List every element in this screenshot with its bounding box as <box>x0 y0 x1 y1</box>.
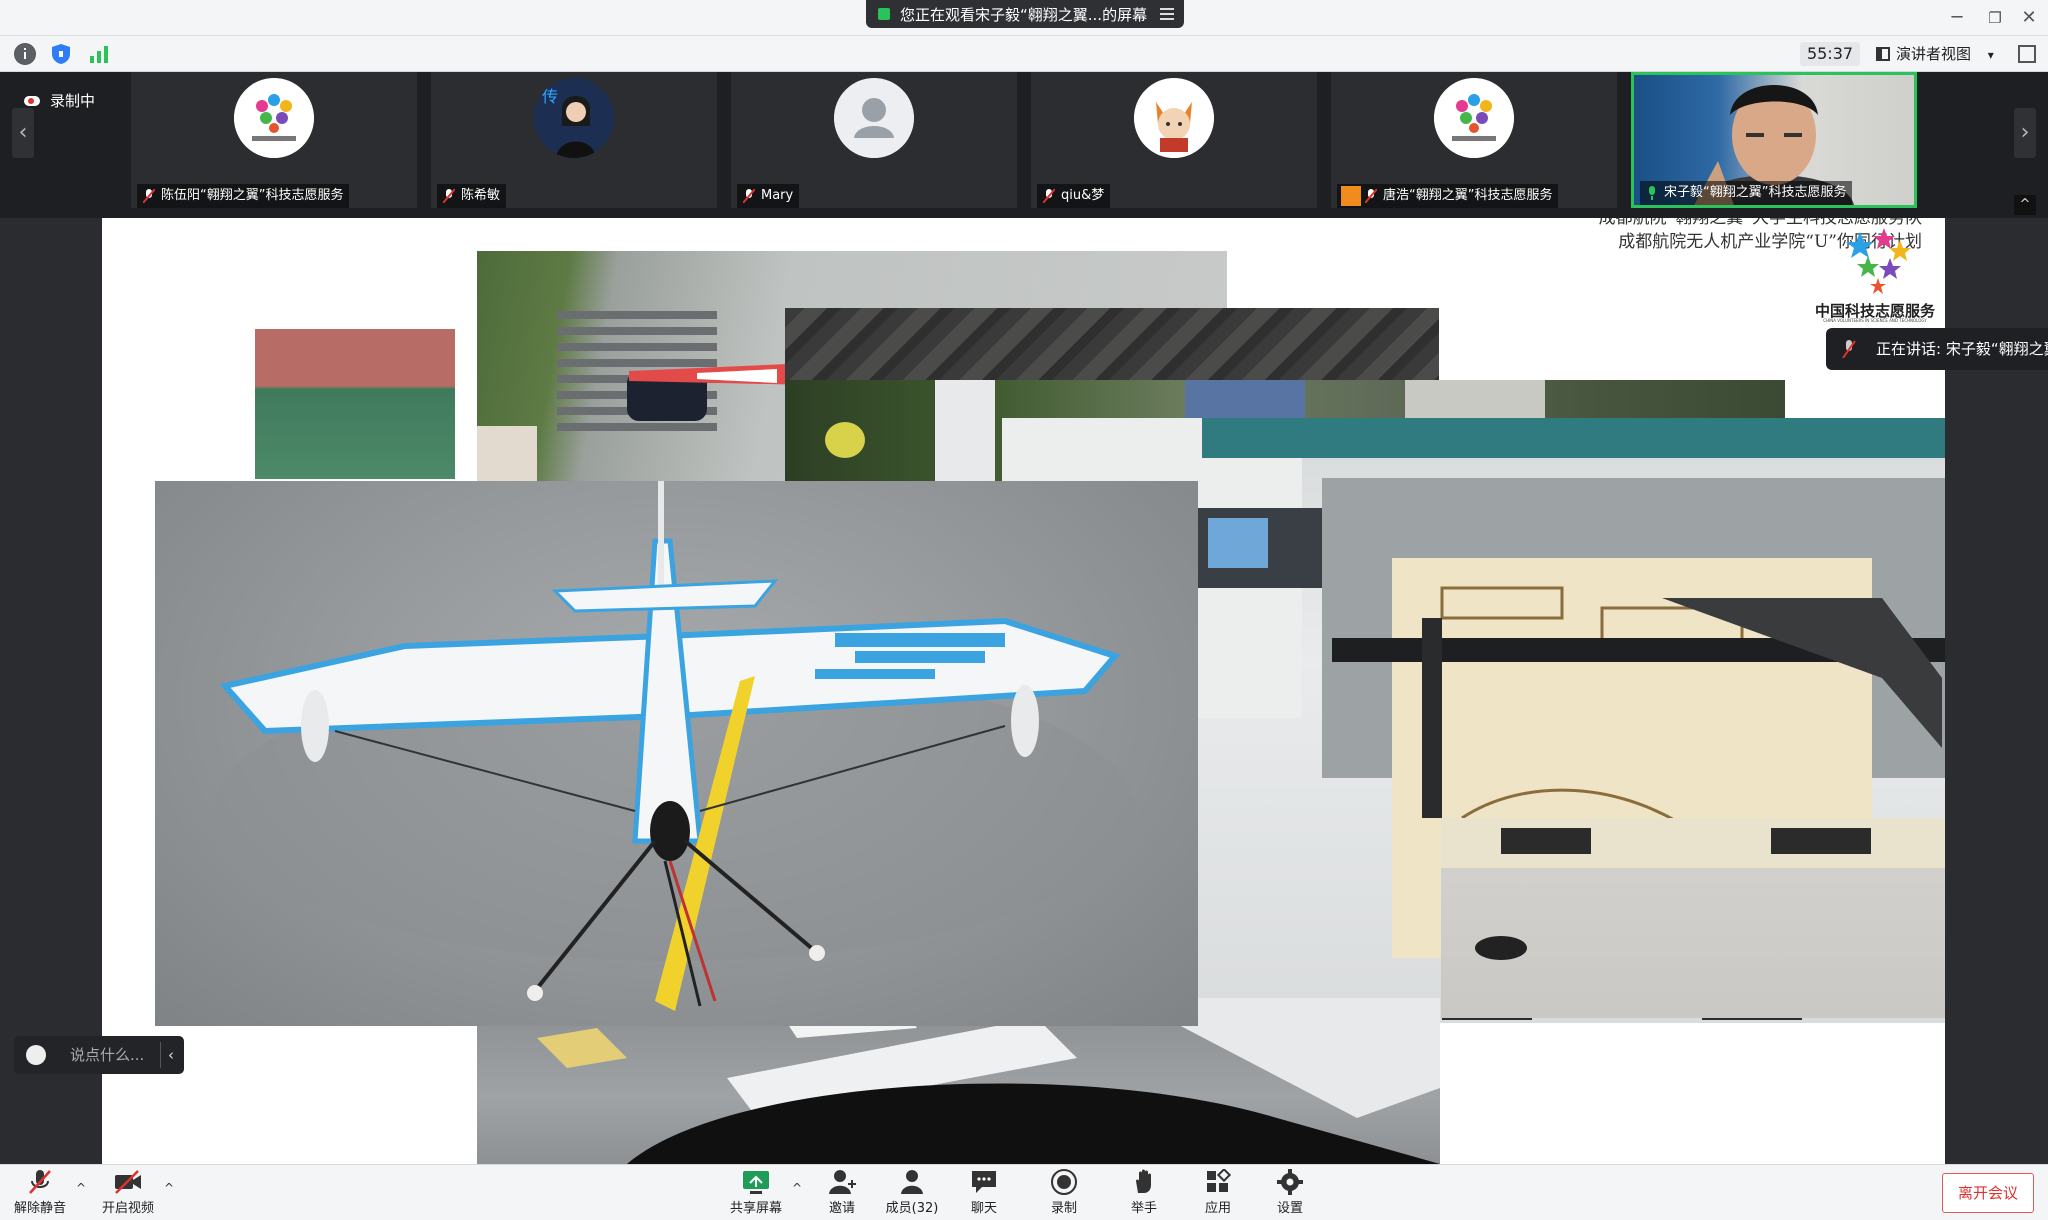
record-button[interactable]: 录制 <box>1034 1169 1094 1219</box>
chat-label: 聊天 <box>970 1201 997 1216</box>
members-label: 成员(32) <box>885 1201 939 1216</box>
photo-rc-airplane <box>155 481 1198 1026</box>
presentation-slide: 成都航院“翱翔之翼”大学生科技志愿服务队 成都航院无人机产业学院“U”你同行计划… <box>102 218 1945 1164</box>
speaker-view-label: 演讲者视图 <box>1896 45 1972 63</box>
network-signal-icon[interactable] <box>88 43 110 65</box>
security-shield-icon[interactable] <box>50 43 72 65</box>
settings-label: 设置 <box>1276 1201 1303 1216</box>
photo-track-field <box>255 329 455 479</box>
participant-tile[interactable]: 陈伍阳“翱翔之翼”科技志愿服务 <box>131 72 417 208</box>
participant-name: Mary <box>737 184 800 208</box>
participant-tile[interactable]: qiu&梦 <box>1031 72 1317 208</box>
share-status-icon <box>878 8 890 20</box>
cloud-record-icon <box>24 96 40 106</box>
emoji-icon[interactable] <box>26 1045 46 1065</box>
participant-name: 唐浩“翱翔之翼”科技志愿服务 <box>1337 184 1559 208</box>
close-button[interactable]: ✕ <box>2014 6 2044 30</box>
gear-icon <box>1276 1169 1304 1195</box>
invite-button[interactable]: 邀请 <box>812 1169 872 1219</box>
participant-tile[interactable]: 传 陈希敏 <box>431 72 717 208</box>
unmute-label: 解除静音 <box>13 1201 66 1216</box>
volunteer-service-logo: 中国科技志愿服务 CHINA VOLUNTEERS IN SCIENCE AND… <box>1810 222 1940 323</box>
share-screen-label: 共享屏幕 <box>729 1201 782 1216</box>
share-screen-button[interactable]: 共享屏幕 <box>726 1169 786 1219</box>
chevron-down-icon: ▾ <box>1987 48 1994 62</box>
restore-button[interactable]: ❐ <box>1980 6 2010 30</box>
collapse-chat-icon[interactable]: ‹ <box>168 1036 174 1074</box>
heart-stars-logo-icon <box>1846 228 1911 294</box>
title-bar: 您正在观看宋子毅“翱翔之翼...的屏幕 ─ ❐ ✕ <box>0 0 2048 36</box>
avatar <box>1134 78 1214 158</box>
strip-prev-button[interactable]: ‹ <box>12 108 34 158</box>
invite-label: 邀请 <box>828 1201 855 1216</box>
participant-name: 宋子毅“翱翔之翼”科技志愿服务 <box>1640 181 1853 205</box>
apps-label: 应用 <box>1204 1201 1231 1216</box>
svg-text:传: 传 <box>542 87 558 106</box>
chat-button[interactable]: 聊天 <box>954 1169 1014 1219</box>
meeting-controls-bar: 解除静音 ^ 开启视频 ^ 共享屏幕 ^ 邀请 成员(32) 聊天 录制 举手 … <box>0 1164 2048 1220</box>
participant-tile[interactable]: Mary <box>731 72 1017 208</box>
chat-icon <box>970 1169 998 1195</box>
quick-chat-placeholder: 说点什么... <box>70 1046 145 1064</box>
meeting-info-bar: 55:37 演讲者视图 ▾ <box>0 36 2048 72</box>
record-icon <box>1050 1169 1078 1195</box>
microphone-muted-icon <box>1842 340 1856 358</box>
strip-next-button[interactable]: › <box>2014 108 2036 158</box>
share-notice-text: 您正在观看宋子毅“翱翔之翼...的屏幕 <box>900 5 1148 24</box>
invite-user-icon <box>828 1169 856 1195</box>
share-options-caret[interactable]: ^ <box>792 1181 802 1195</box>
quick-chat-input[interactable]: 说点什么... ‹ <box>14 1036 184 1074</box>
recording-label: 录制中 <box>50 92 96 110</box>
raise-hand-icon <box>1130 1169 1158 1195</box>
avatar <box>234 78 314 158</box>
minimize-button[interactable]: ─ <box>1942 6 1972 30</box>
fullscreen-icon[interactable] <box>2018 45 2036 63</box>
avatar: 传 <box>534 78 614 158</box>
logo-subtext: CHINA VOLUNTEERS IN SCIENCE AND TECHNOLO… <box>1823 318 1927 323</box>
screen-share-notice[interactable]: 您正在观看宋子毅“翱翔之翼...的屏幕 <box>866 0 1184 28</box>
avatar <box>834 78 914 158</box>
share-menu-icon[interactable] <box>1160 5 1174 20</box>
host-badge-icon <box>1341 186 1361 206</box>
participant-name: 陈伍阳“翱翔之翼”科技志愿服务 <box>137 184 350 208</box>
members-icon <box>898 1169 926 1195</box>
apps-icon <box>1204 1167 1232 1195</box>
unmute-button[interactable]: 解除静音 <box>10 1169 70 1219</box>
speaking-indicator: 正在讲话: 宋子毅“翱翔之翼”科技志愿服务 <box>1826 328 2048 370</box>
raise-hand-label: 举手 <box>1130 1201 1157 1216</box>
speaker-view-button[interactable]: 演讲者视图 ▾ <box>1876 42 1994 66</box>
raise-hand-button[interactable]: 举手 <box>1114 1169 1174 1219</box>
recording-indicator[interactable]: 录制中 <box>24 90 95 111</box>
avatar <box>1434 78 1514 158</box>
camera-off-icon <box>114 1169 142 1195</box>
participant-name: 陈希敏 <box>437 184 507 208</box>
start-video-label: 开启视频 <box>101 1201 154 1216</box>
members-button[interactable]: 成员(32) <box>882 1169 942 1219</box>
collapse-strip-button[interactable]: ^ <box>2014 195 2036 215</box>
participant-strip: 录制中 ‹ › 陈伍阳“翱翔之翼”科技志愿服务 传 陈希敏 Mary qiu&梦… <box>0 72 2048 218</box>
photo-laser-cutter-lower <box>1441 818 1945 1018</box>
speaking-label: 正在讲话: 宋子毅“翱翔之翼”科技志愿服务 <box>1876 340 2048 358</box>
participant-name: qiu&梦 <box>1037 184 1111 208</box>
settings-button[interactable]: 设置 <box>1260 1169 1320 1219</box>
audio-options-caret[interactable]: ^ <box>76 1181 86 1195</box>
layout-icon <box>1876 47 1890 61</box>
info-icon[interactable] <box>14 43 36 65</box>
apps-button[interactable]: 应用 <box>1188 1167 1248 1219</box>
shared-screen-stage: 成都航院“翱翔之翼”大学生科技志愿服务队 成都航院无人机产业学院“U”你同行计划… <box>0 218 2048 1164</box>
share-screen-icon <box>742 1169 770 1195</box>
divider <box>160 1042 161 1068</box>
participant-tile-active-speaker[interactable]: 宋子毅“翱翔之翼”科技志愿服务 <box>1631 72 1917 208</box>
participant-tile[interactable]: 唐浩“翱翔之翼”科技志愿服务 <box>1331 72 1617 208</box>
record-label: 录制 <box>1050 1201 1077 1216</box>
microphone-muted-icon <box>26 1169 54 1195</box>
meeting-timer: 55:37 <box>1800 42 1860 66</box>
start-video-button[interactable]: 开启视频 <box>98 1169 158 1219</box>
video-options-caret[interactable]: ^ <box>164 1181 174 1195</box>
leave-meeting-button[interactable]: 离开会议 <box>1942 1173 2034 1213</box>
